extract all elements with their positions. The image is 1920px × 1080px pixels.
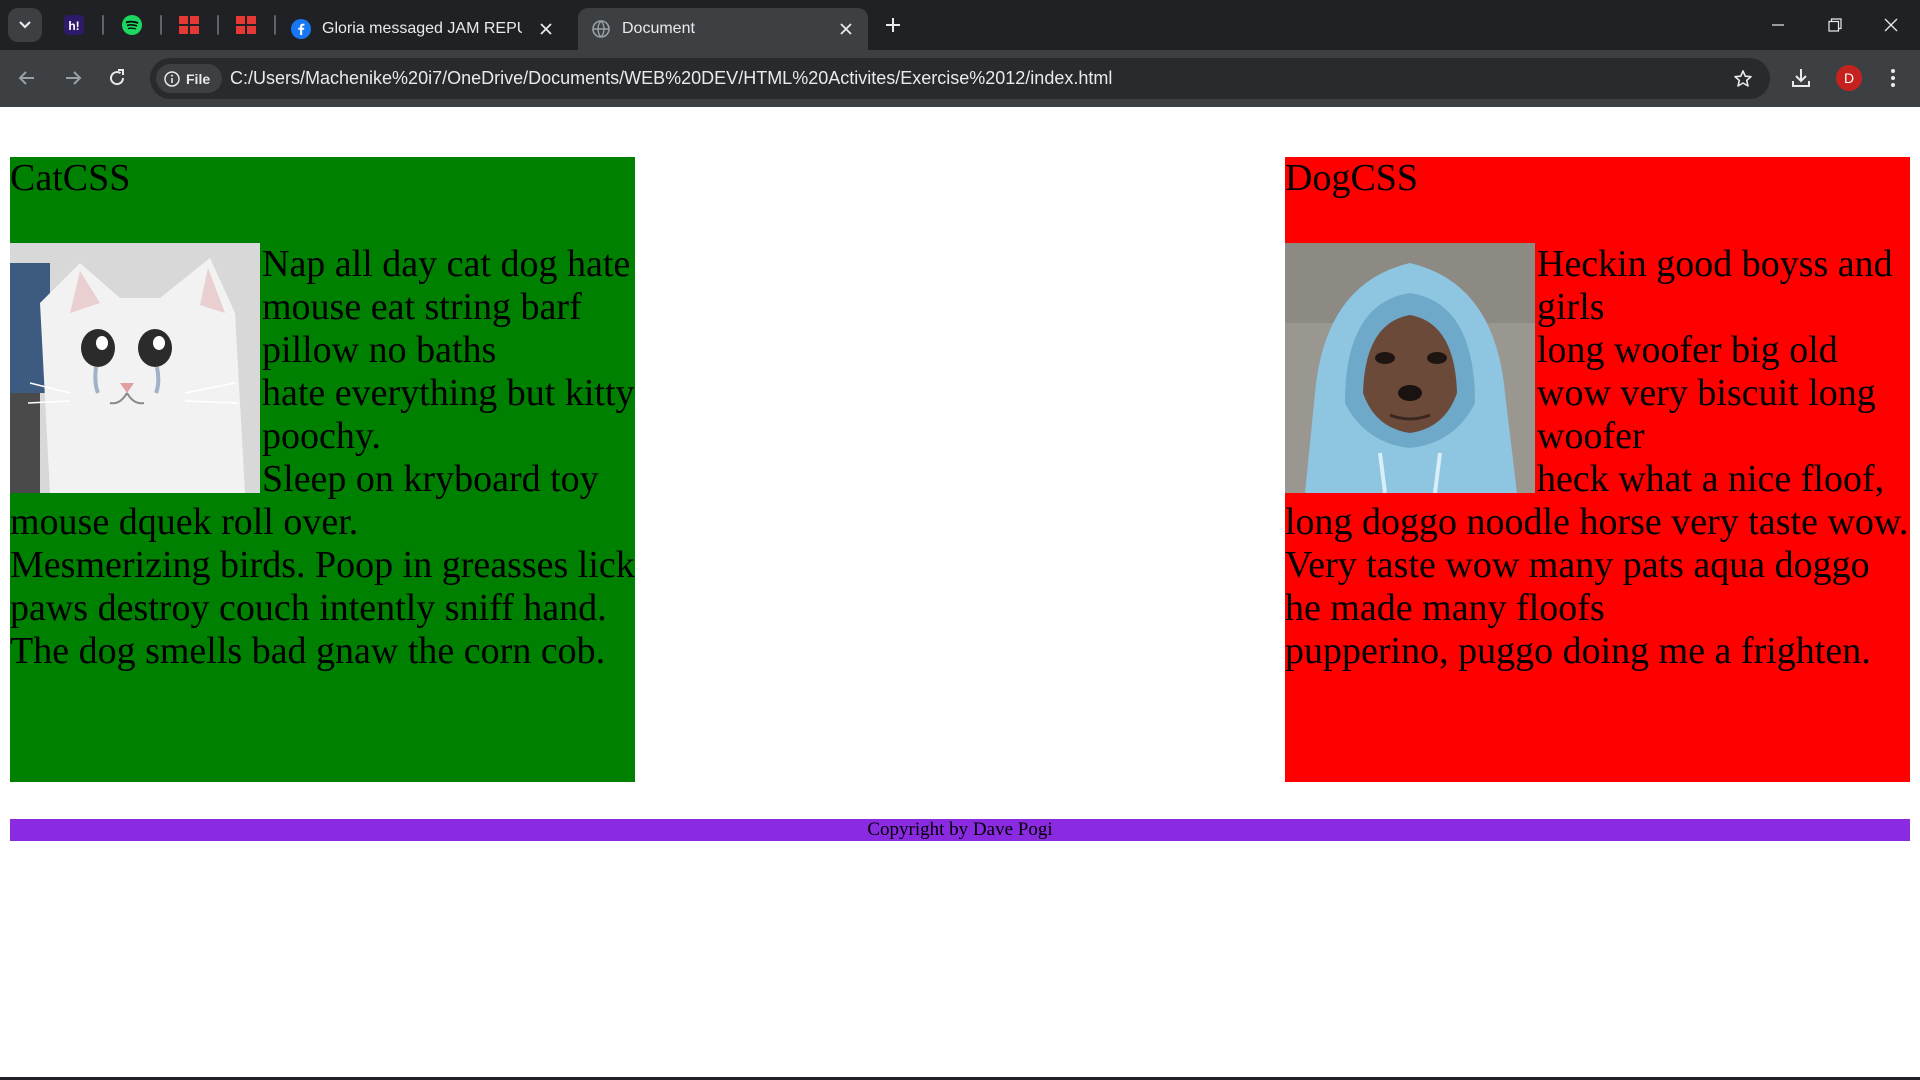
pinned-tab-hackerrank[interactable]: h! [62, 13, 86, 37]
dog-heading: DogCSS [1285, 157, 1419, 199]
tab-document[interactable]: Document [578, 8, 868, 50]
dog-text-line: Very taste wow many pats aqua doggo he m… [1285, 544, 1870, 629]
restore-button[interactable] [1806, 0, 1864, 50]
plus-icon [886, 18, 900, 32]
close-tab-button[interactable] [834, 17, 858, 41]
reload-button[interactable] [101, 62, 133, 94]
downloads-button[interactable] [1785, 62, 1817, 94]
browser-toolbar: File C:/Users/Machenike%20i7/OneDrive/Do… [0, 50, 1920, 107]
copyright-text: Copyright by Dave Pogi [867, 819, 1053, 840]
tab-title: Gloria messaged JAM REPUBLIC [322, 20, 522, 37]
cat-photo [10, 243, 260, 493]
bookmark-button[interactable] [1730, 66, 1756, 92]
cat-heading: CatCSS [10, 157, 131, 199]
page-footer: Copyright by Dave Pogi [10, 819, 1910, 841]
arrow-right-icon [66, 71, 82, 85]
close-icon [540, 23, 552, 35]
new-tab-button[interactable] [878, 10, 908, 40]
app-icon [179, 16, 199, 34]
facebook-icon [290, 18, 312, 40]
reload-icon [110, 69, 125, 86]
cat-section: CatCSS Nap all day cat dog hate mouse ea… [10, 157, 635, 782]
menu-button[interactable] [1877, 62, 1909, 94]
back-button[interactable] [11, 62, 43, 94]
tab-facebook[interactable]: Gloria messaged JAM REPUBLIC [278, 8, 568, 50]
spotify-icon [122, 15, 142, 35]
app-icon [236, 16, 256, 34]
close-tab-button[interactable] [534, 17, 558, 41]
tab-separator [274, 15, 276, 35]
site-info-label: File [186, 70, 211, 87]
address-bar[interactable]: File C:/Users/Machenike%20i7/OneDrive/Do… [150, 58, 1770, 99]
tab-separator [160, 15, 162, 35]
info-icon [164, 70, 180, 87]
tab-title: Document [622, 20, 695, 37]
tab-search-button[interactable] [8, 8, 42, 42]
minimize-button[interactable] [1749, 0, 1807, 50]
dog-section: DogCSS Heckin good boyss and girls long … [1285, 157, 1910, 782]
more-vert-icon [1891, 69, 1895, 87]
restore-icon [1828, 18, 1842, 32]
minimize-icon [1772, 24, 1784, 26]
close-window-button[interactable] [1862, 0, 1920, 50]
pinned-tab-app-1[interactable] [177, 13, 201, 37]
close-icon [840, 23, 852, 35]
download-icon [1792, 69, 1810, 87]
forward-button[interactable] [57, 62, 89, 94]
profile-avatar[interactable]: D [1836, 65, 1862, 91]
url-text[interactable]: C:/Users/Machenike%20i7/OneDrive/Documen… [230, 68, 1112, 89]
globe-icon [590, 18, 612, 40]
chevron-down-icon [19, 21, 31, 29]
svg-text:h!: h! [68, 19, 79, 33]
pinned-tab-app-2[interactable] [234, 13, 258, 37]
profile-initial: D [1843, 70, 1855, 86]
hackerrank-icon: h! [64, 15, 84, 35]
dog-photo [1285, 243, 1535, 493]
tab-strip: h! Gloria messaged JAM REPUBLIC Document [0, 0, 1920, 50]
page-viewport: CatCSS Nap all day cat dog hate mouse ea… [0, 107, 1920, 1078]
arrow-left-icon [18, 71, 34, 85]
cat-text-line: Mesmerizing birds. Poop in greasses lick… [10, 544, 635, 629]
star-icon [1734, 70, 1752, 87]
cat-text-line: The dog smells bad gnaw the corn cob. [10, 630, 606, 672]
close-icon [1884, 18, 1898, 32]
dog-text-line: pupperino, puggo doing me a frighten. [1285, 630, 1871, 672]
tab-separator [102, 15, 104, 35]
site-info-chip[interactable]: File [156, 64, 223, 93]
pinned-tab-spotify[interactable] [120, 13, 144, 37]
tab-separator [217, 15, 219, 35]
